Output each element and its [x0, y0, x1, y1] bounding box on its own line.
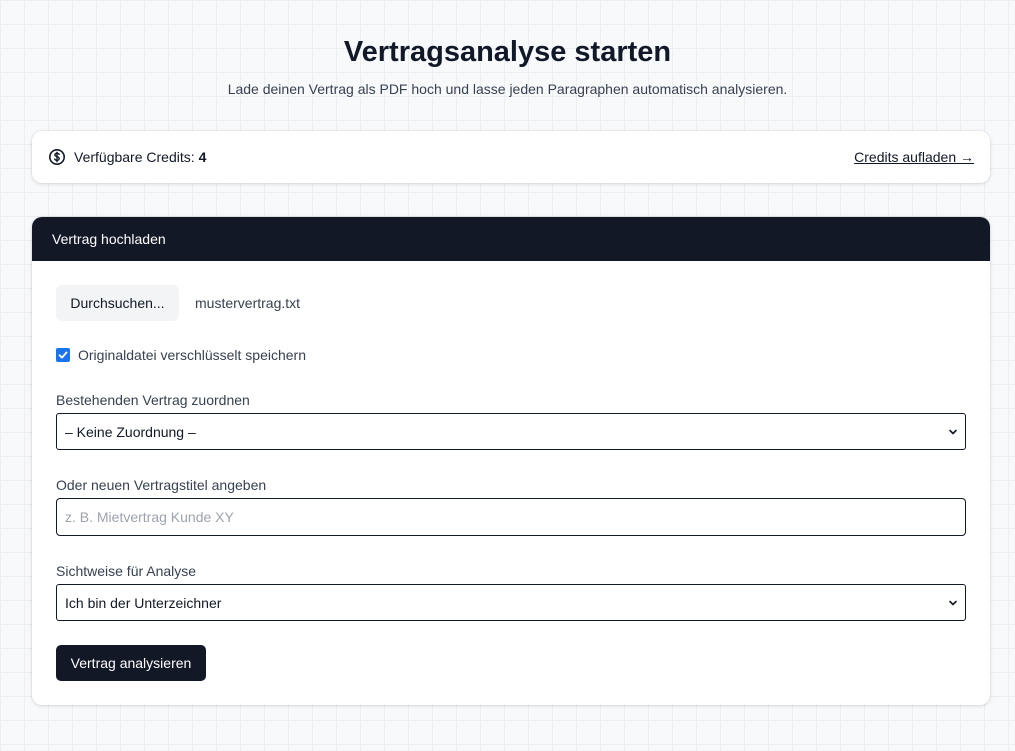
file-picker: Durchsuchen... mustervertrag.txt — [56, 285, 300, 321]
page-subtitle: Lade deinen Vertrag als PDF hoch und las… — [227, 81, 788, 97]
upload-card-header: Vertrag hochladen — [32, 217, 990, 261]
credits-info: Verfügbare Credits: 4 — [48, 148, 206, 166]
upload-card: Vertrag hochladen Durchsuchen... musterv… — [32, 217, 990, 705]
contract-title-input[interactable]: z. B. Mietvertrag Kunde XY — [56, 498, 966, 536]
selected-file-name: mustervertrag.txt — [195, 295, 301, 311]
chevron-down-icon — [949, 600, 957, 606]
browse-button[interactable]: Durchsuchen... — [56, 285, 179, 321]
encrypt-option[interactable]: Originaldatei verschlüsselt speichern — [56, 347, 306, 363]
page-title: Vertragsanalyse starten — [343, 36, 672, 68]
assign-contract-select[interactable]: – Keine Zuordnung – — [56, 413, 966, 450]
credits-topup-link[interactable]: Credits aufladen → — [854, 149, 974, 165]
assign-contract-value: – Keine Zuordnung – — [65, 423, 196, 440]
chevron-down-icon — [949, 429, 957, 435]
encrypt-checkbox[interactable] — [56, 348, 70, 362]
analyze-contract-button[interactable]: Vertrag analysieren — [56, 645, 206, 681]
contract-title-placeholder: z. B. Mietvertrag Kunde XY — [65, 509, 234, 525]
credits-label: Verfügbare Credits: — [74, 149, 195, 165]
credits-card: Verfügbare Credits: 4 Credits aufladen → — [32, 131, 990, 183]
credits-count: 4 — [198, 149, 207, 165]
perspective-label: Sichtweise für Analyse — [56, 563, 197, 579]
encrypt-label: Originaldatei verschlüsselt speichern — [78, 347, 306, 363]
perspective-select[interactable]: Ich bin der Unterzeichner — [56, 584, 966, 621]
check-icon — [58, 351, 68, 359]
perspective-value: Ich bin der Unterzeichner — [65, 594, 222, 611]
assign-contract-label: Bestehenden Vertrag zuordnen — [56, 392, 250, 408]
contract-title-label: Oder neuen Vertragstitel angeben — [56, 477, 267, 493]
dollar-circle-icon — [48, 148, 66, 166]
